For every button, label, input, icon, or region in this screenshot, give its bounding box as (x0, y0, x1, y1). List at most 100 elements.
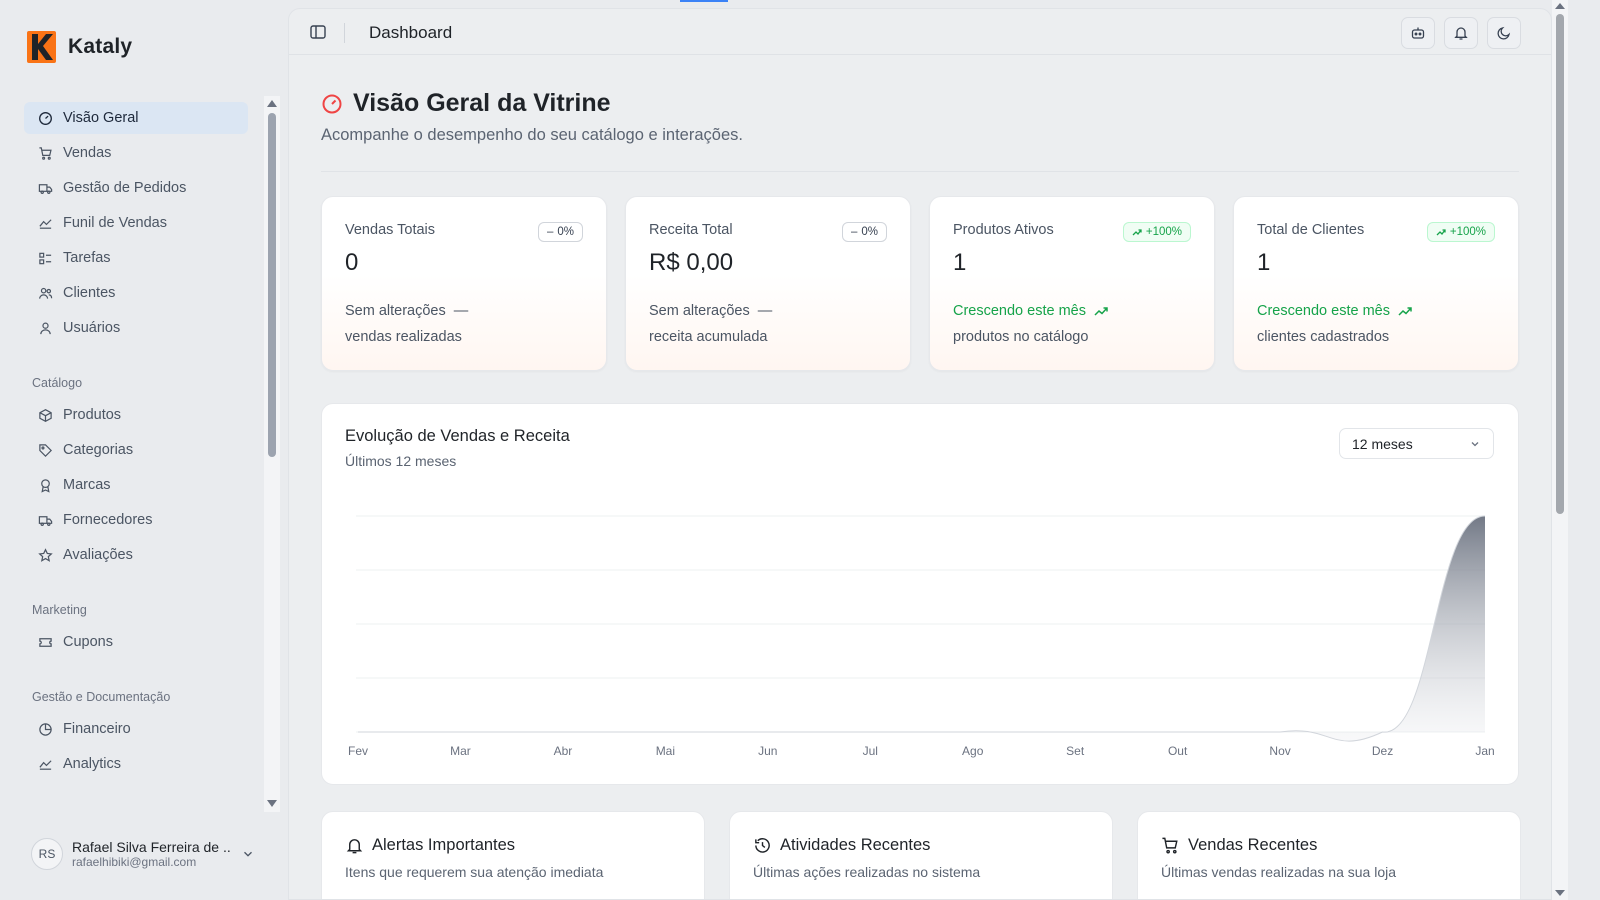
page-subtitle: Acompanhe o desempenho do seu catálogo e… (321, 126, 743, 144)
stat-value: 1 (953, 249, 967, 276)
sidebar-item-marcas[interactable]: Marcas (24, 469, 248, 501)
sidebar-group-gestao-documentacao: Gestão e Documentação (32, 690, 171, 704)
moon-icon (1497, 26, 1511, 40)
sidebar-item-analytics[interactable]: Analytics (24, 748, 248, 780)
badge-value: +100% (1145, 226, 1182, 238)
x-tick-label: Ago (962, 744, 984, 758)
sidebar: Kataly Visão Geral Vendas Gestão de Pedi… (0, 0, 288, 900)
status-badge: +100% (1426, 222, 1495, 242)
minus-icon: — (757, 303, 773, 319)
sidebar-item-fornecedores[interactable]: Fornecedores (24, 504, 248, 536)
sidebar-item-label: Cupons (63, 634, 113, 650)
trending-up-icon (1398, 307, 1412, 316)
activities-card-header: Atividades Recentes (753, 836, 930, 855)
badge-value: 0% (557, 226, 574, 238)
breadcrumb: Dashboard (369, 23, 453, 42)
sidebar-nav: Visão Geral Vendas Gestão de Pedidos Fun… (22, 96, 250, 808)
window-scroll-down-icon[interactable] (1555, 890, 1565, 896)
stat-description: vendas realizadas (345, 329, 462, 345)
x-tick-label: Set (1066, 744, 1085, 758)
user-menu[interactable]: RS Rafael Silva Ferreira de ... rafaelhi… (31, 835, 259, 873)
active-tab-indicator (680, 0, 728, 2)
status-badge: –0% (841, 222, 887, 242)
stat-label: Receita Total (649, 222, 733, 238)
page-title: Visão Geral da Vitrine (353, 89, 611, 117)
brand[interactable]: Kataly (27, 31, 132, 63)
chart-series-line (358, 515, 1486, 742)
sidebar-item-label: Produtos (63, 407, 122, 423)
stat-value: R$ 0,00 (649, 249, 734, 276)
minus-icon: – (850, 226, 858, 238)
stat-value: 0 (345, 249, 359, 276)
sidebar-item-funil-vendas[interactable]: Funil de Vendas (24, 207, 248, 239)
trending-up-icon (1132, 229, 1142, 236)
trend-text: Sem alterações (345, 303, 446, 319)
x-tick-label: Dez (1372, 744, 1393, 758)
stat-trend: Sem alterações — (649, 303, 772, 319)
chart-area-fill (358, 516, 1485, 742)
badge-value: +100% (1449, 226, 1486, 238)
sidebar-item-label: Financeiro (63, 721, 131, 737)
window-scroll-thumb[interactable] (1556, 14, 1564, 514)
page-header: Visão Geral da Vitrine Acompanhe o desem… (321, 89, 743, 145)
sidebar-scroll-down-icon[interactable] (267, 800, 277, 807)
trending-up-icon (1436, 229, 1446, 236)
card-title: Alertas Importantes (372, 836, 516, 854)
sidebar-item-clientes[interactable]: Clientes (24, 277, 248, 309)
sidebar-item-tarefas[interactable]: Tarefas (24, 242, 248, 274)
user-info: Rafael Silva Ferreira de ... rafaelhibik… (72, 839, 232, 869)
x-tick-label: Mai (656, 744, 675, 758)
user-email: rafaelhibiki@gmail.com (72, 855, 197, 869)
badge-value: 0% (861, 226, 878, 238)
ticket-icon (39, 637, 52, 647)
sales-card-header: Vendas Recentes (1161, 836, 1317, 855)
sidebar-scroll-up-icon[interactable] (267, 100, 277, 107)
sidebar-toggle-icon[interactable] (309, 23, 327, 41)
sidebar-item-label: Vendas (63, 145, 112, 161)
chevron-down-icon (244, 851, 252, 857)
bell-icon (1454, 27, 1468, 40)
stat-card-vendas-totais: Vendas Totais –0% 0 Sem alterações — vend… (321, 196, 607, 371)
avatar: RS (31, 838, 63, 870)
sidebar-item-financeiro[interactable]: Financeiro (24, 713, 248, 745)
stat-value: 1 (1257, 249, 1271, 276)
stat-card-produtos-ativos: Produtos Ativos +100% 1 Crescendo este m… (929, 196, 1215, 371)
star-icon (38, 547, 53, 562)
trend-text: Crescendo este mês (1257, 303, 1390, 319)
sidebar-item-produtos[interactable]: Produtos (24, 399, 248, 431)
stat-description: receita acumulada (649, 329, 768, 345)
stat-card-total-clientes: Total de Clientes +100% 1 Crescendo este… (1233, 196, 1519, 371)
sidebar-item-label: Categorias (63, 442, 134, 458)
gauge-icon (322, 94, 342, 113)
sidebar-item-label: Tarefas (63, 250, 111, 266)
card-subtitle: Últimas ações realizadas no sistema (753, 864, 981, 880)
sidebar-group-catalogo: Catálogo (32, 376, 83, 390)
notifications-button[interactable] (1444, 17, 1478, 49)
area-chart: Fev Mar Abr Mai Jun Jul Ago Set Out Nov Dez Jan (348, 515, 1495, 758)
x-tick-label: Jul (863, 744, 878, 758)
theme-toggle-button[interactable] (1487, 17, 1521, 49)
card-subtitle: Últimas vendas realizadas na sua loja (1161, 864, 1397, 880)
x-tick-label: Nov (1269, 744, 1290, 758)
window-scroll-up-icon[interactable] (1555, 3, 1565, 9)
alerts-card-header: Alertas Importantes (345, 836, 515, 855)
sidebar-item-categorias[interactable]: Categorias (24, 434, 248, 466)
stat-label: Produtos Ativos (953, 222, 1054, 238)
sidebar-item-avaliacoes[interactable]: Avaliações (24, 539, 248, 571)
card-subtitle: Itens que requerem sua atenção imediata (345, 864, 604, 880)
minus-icon: – (546, 226, 554, 238)
sidebar-item-label: Marcas (63, 477, 111, 493)
sidebar-item-vendas[interactable]: Vendas (24, 137, 248, 169)
sidebar-item-label: Funil de Vendas (63, 215, 167, 231)
truck-icon (38, 183, 53, 194)
sidebar-scroll-thumb[interactable] (268, 113, 276, 457)
main-panel: Dashboard Visão Geral da Vitrine Acompan… (288, 8, 1552, 900)
sidebar-item-visao-geral[interactable]: Visão Geral (24, 102, 248, 134)
sidebar-item-gestao-pedidos[interactable]: Gestão de Pedidos (24, 172, 248, 204)
sidebar-item-label: Usuários (63, 320, 121, 336)
x-tick-label: Mar (450, 744, 471, 758)
assistant-button[interactable] (1401, 17, 1435, 49)
x-tick-label: Out (1168, 744, 1188, 758)
sidebar-item-usuarios[interactable]: Usuários (24, 312, 248, 344)
sidebar-item-cupons[interactable]: Cupons (24, 626, 248, 658)
